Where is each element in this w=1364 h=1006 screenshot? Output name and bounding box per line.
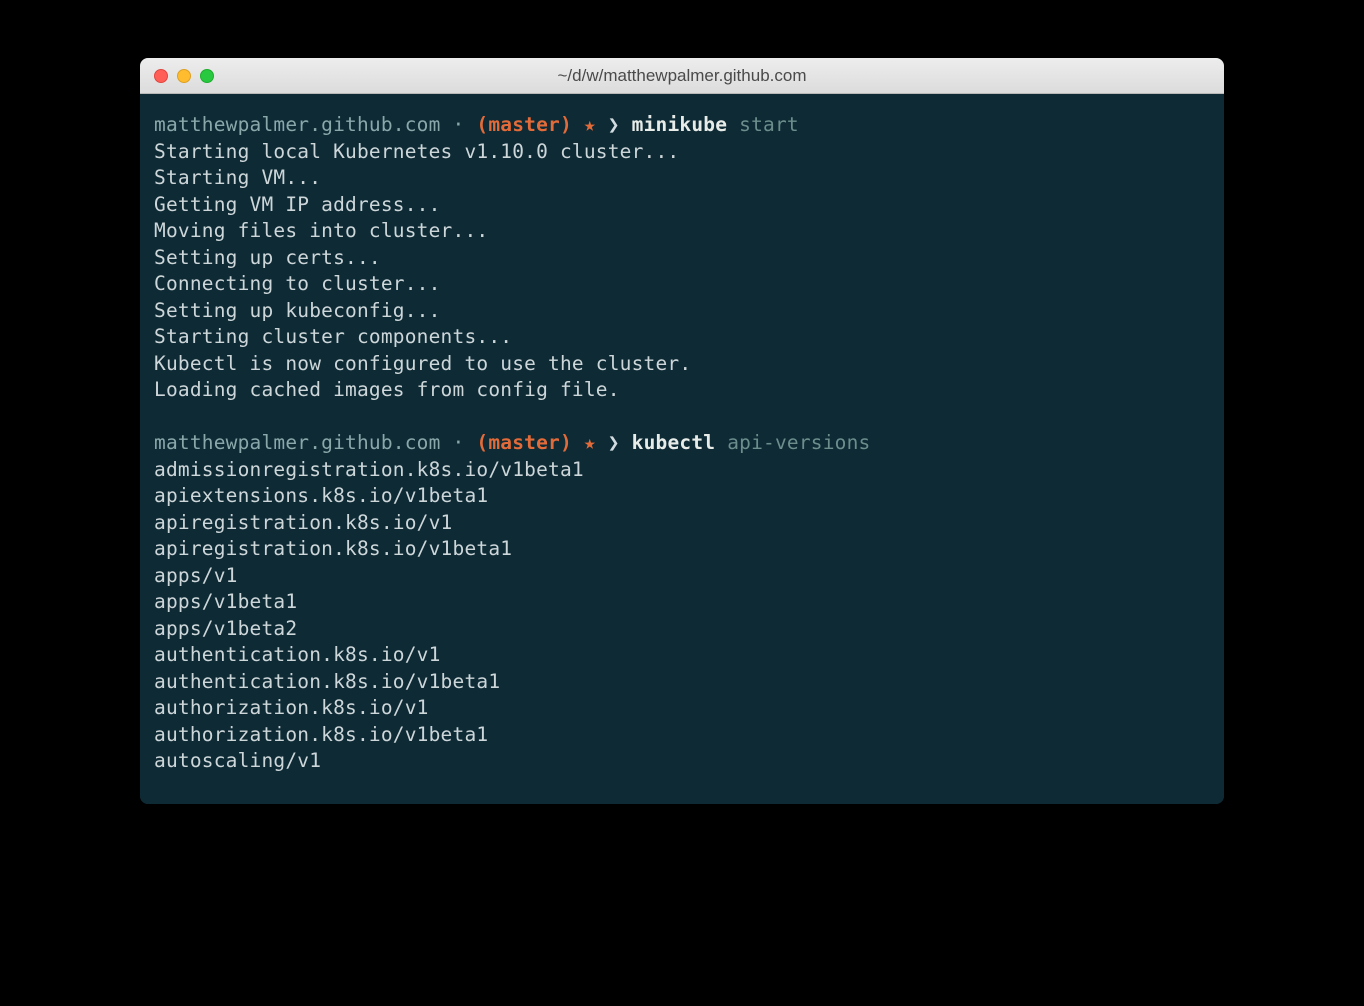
terminal-window: ~/d/w/matthewpalmer.github.com matthewpa… (140, 58, 1224, 804)
command-name: kubectl (632, 431, 716, 454)
close-icon[interactable] (154, 69, 168, 83)
prompt-branch: (master) (476, 113, 572, 136)
zoom-icon[interactable] (200, 69, 214, 83)
prompt-line: matthewpalmer.github.com · (master) ★ ❯ … (154, 112, 1210, 139)
window-title: ~/d/w/matthewpalmer.github.com (140, 66, 1224, 86)
output-line: Loading cached images from config file. (154, 377, 1210, 404)
traffic-lights (140, 69, 214, 83)
titlebar[interactable]: ~/d/w/matthewpalmer.github.com (140, 58, 1224, 94)
output-line: apiregistration.k8s.io/v1beta1 (154, 536, 1210, 563)
prompt-path: matthewpalmer.github.com (154, 113, 441, 136)
output-line: Setting up certs... (154, 245, 1210, 272)
output-line: Kubectl is now configured to use the clu… (154, 351, 1210, 378)
command-arg: api-versions (727, 431, 870, 454)
blank-line (154, 404, 1210, 431)
terminal-body[interactable]: matthewpalmer.github.com · (master) ★ ❯ … (140, 94, 1224, 804)
minimize-icon[interactable] (177, 69, 191, 83)
output-line: apps/v1 (154, 563, 1210, 590)
prompt-line: matthewpalmer.github.com · (master) ★ ❯ … (154, 430, 1210, 457)
output-line: apps/v1beta1 (154, 589, 1210, 616)
prompt-separator: · (441, 113, 477, 136)
output-line: authorization.k8s.io/v1 (154, 695, 1210, 722)
output-line: Connecting to cluster... (154, 271, 1210, 298)
output-line: autoscaling/v1 (154, 748, 1210, 775)
output-line: Moving files into cluster... (154, 218, 1210, 245)
prompt-caret: ❯ (608, 431, 632, 454)
output-line: authentication.k8s.io/v1beta1 (154, 669, 1210, 696)
output-line: authorization.k8s.io/v1beta1 (154, 722, 1210, 749)
output-line: Setting up kubeconfig... (154, 298, 1210, 325)
prompt-separator: · (441, 431, 477, 454)
prompt-caret: ❯ (608, 113, 632, 136)
output-line: apps/v1beta2 (154, 616, 1210, 643)
star-icon: ★ (572, 113, 608, 136)
prompt-path: matthewpalmer.github.com (154, 431, 441, 454)
output-line: Getting VM IP address... (154, 192, 1210, 219)
star-icon: ★ (572, 431, 608, 454)
command-arg: start (739, 113, 799, 136)
command-name: minikube (632, 113, 728, 136)
output-line: apiextensions.k8s.io/v1beta1 (154, 483, 1210, 510)
output-line: Starting cluster components... (154, 324, 1210, 351)
output-line: Starting local Kubernetes v1.10.0 cluste… (154, 139, 1210, 166)
output-line: admissionregistration.k8s.io/v1beta1 (154, 457, 1210, 484)
output-line: authentication.k8s.io/v1 (154, 642, 1210, 669)
prompt-branch: (master) (476, 431, 572, 454)
output-line: apiregistration.k8s.io/v1 (154, 510, 1210, 537)
output-line: Starting VM... (154, 165, 1210, 192)
